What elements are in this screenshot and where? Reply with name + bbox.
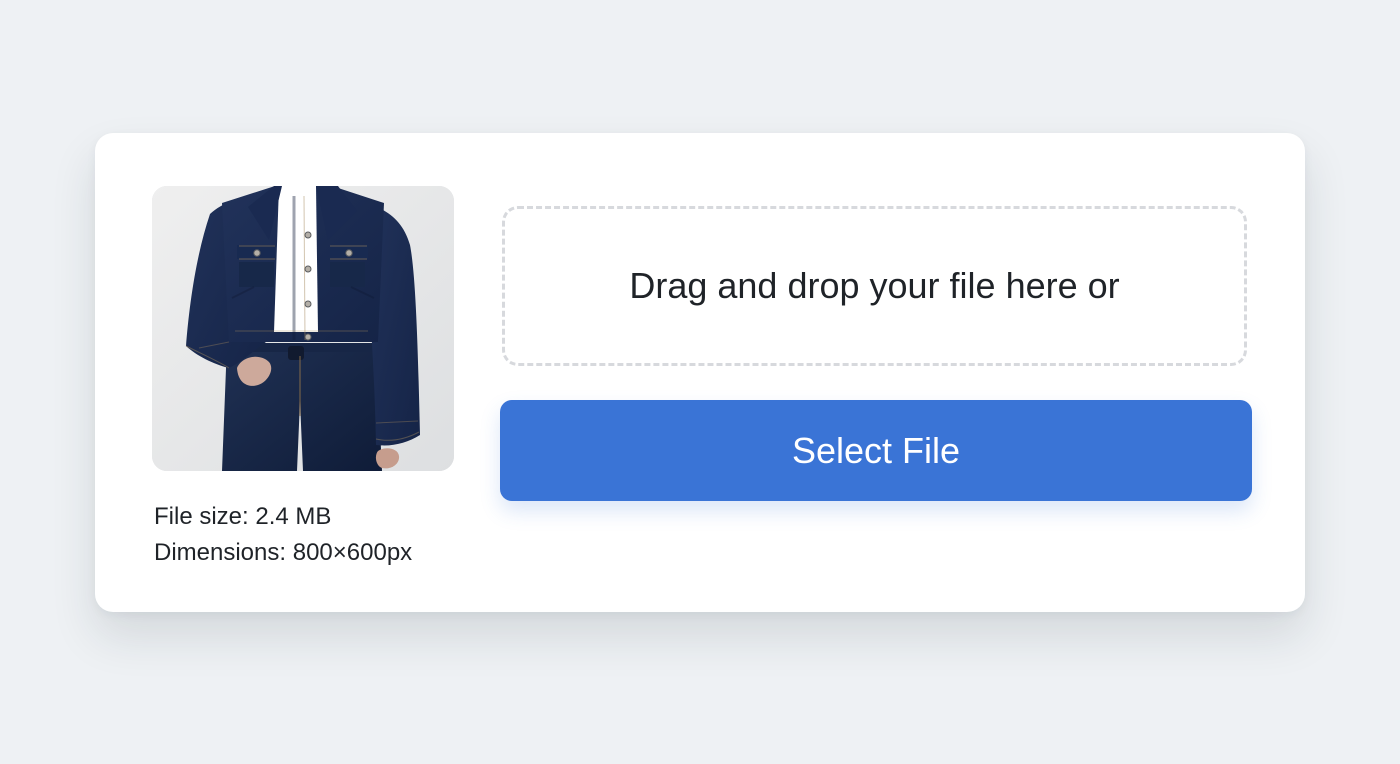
drop-zone[interactable]: Drag and drop your file here or (502, 206, 1247, 366)
select-file-button[interactable]: Select File (500, 400, 1252, 501)
image-preview (152, 186, 454, 471)
drop-zone-label: Drag and drop your file here or (629, 265, 1120, 306)
denim-jacket-photo (152, 186, 454, 471)
dimensions-text: Dimensions: 800×600px (154, 539, 413, 566)
upload-card: File size: 2.4 MB Dimensions: 800×600px … (95, 133, 1305, 612)
file-size-text: File size: 2.4 MB (154, 503, 332, 530)
file-info: File size: 2.4 MB Dimensions: 800×600px (154, 499, 412, 571)
